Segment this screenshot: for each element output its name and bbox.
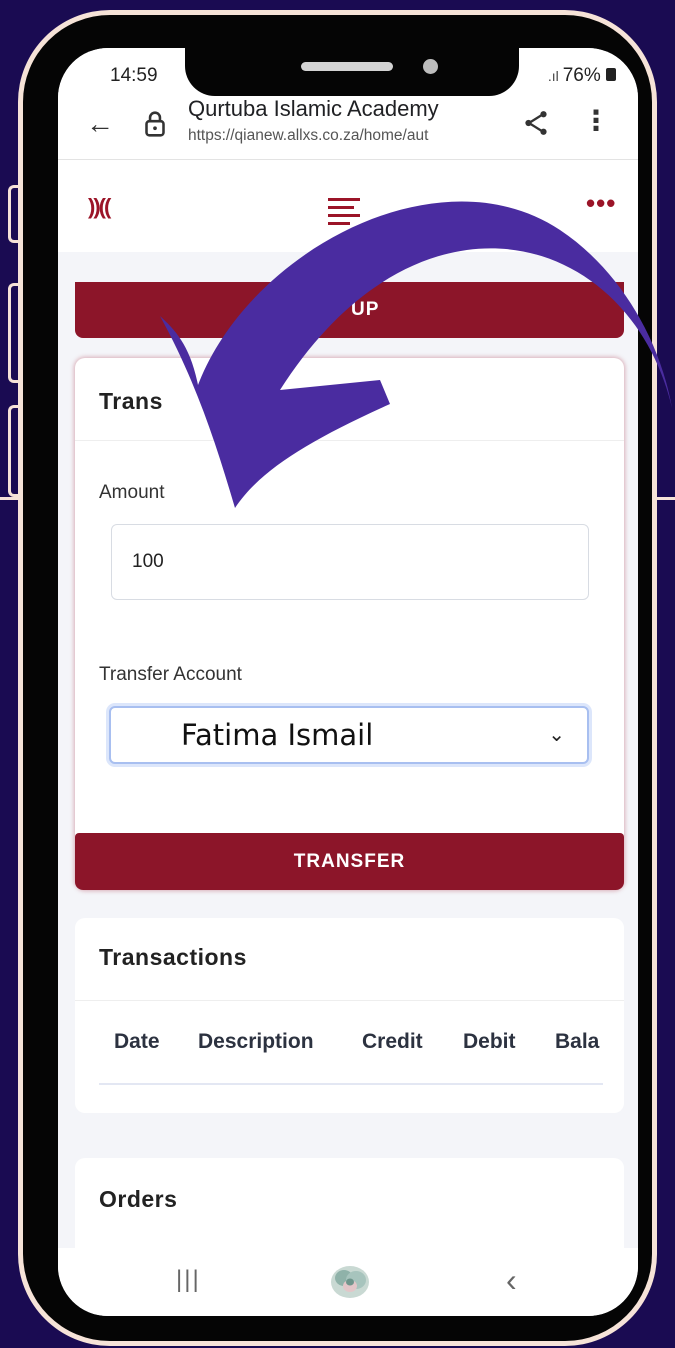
column-header-balance[interactable]: Bala — [555, 1030, 599, 1054]
column-header-date[interactable]: Date — [114, 1030, 160, 1054]
column-header-description[interactable]: Description — [198, 1030, 314, 1054]
back-arrow-icon[interactable]: ← — [86, 108, 114, 140]
transfer-account-value: Fatima Ismail — [181, 718, 374, 752]
home-icon[interactable] — [328, 1262, 372, 1302]
battery-level: 76% — [562, 65, 601, 86]
amount-label: Amount — [99, 482, 165, 503]
signal-icon: .ıl — [547, 68, 563, 84]
transactions-card: Transactions Date Description Credit Deb… — [75, 918, 624, 1113]
divider — [75, 440, 624, 441]
transactions-title: Transactions — [99, 944, 247, 970]
frame-line-right — [657, 497, 675, 500]
transfer-account-label: Transfer Account — [99, 664, 242, 685]
battery-icon — [606, 68, 616, 81]
app-header: ))(( ••• — [58, 160, 638, 252]
camera — [423, 59, 438, 74]
amount-value: 100 — [132, 551, 164, 572]
url-text[interactable]: https://qianew.allxs.co.za/home/aut — [188, 127, 506, 145]
status-battery: .ıl 76% — [548, 65, 616, 87]
top-up-button[interactable]: UP — [75, 282, 624, 338]
column-header-credit[interactable]: Credit — [362, 1030, 423, 1054]
kebab-menu-icon[interactable]: ⋮ — [582, 104, 610, 137]
chevron-down-icon: ⌄ — [548, 724, 565, 746]
table-underline — [99, 1083, 603, 1085]
transfer-card: Trans Amount 100 Transfer Account Fatima… — [75, 358, 624, 890]
share-icon[interactable] — [521, 108, 551, 138]
lock-icon[interactable] — [138, 107, 172, 141]
orders-title: Orders — [99, 1186, 178, 1212]
browser-bar: ← Qurtuba Islamic Academy https://qianew… — [58, 96, 638, 160]
site-title[interactable]: Qurtuba Islamic Academy — [188, 96, 439, 122]
recents-icon[interactable]: ||| — [176, 1266, 201, 1294]
transfer-button[interactable]: TRANSFER — [75, 833, 624, 890]
divider — [75, 1000, 624, 1001]
phone-notch — [185, 48, 519, 96]
logo-icon[interactable]: ))(( — [88, 194, 111, 220]
top-up-label: UP — [351, 299, 380, 320]
column-header-debit[interactable]: Debit — [463, 1030, 516, 1054]
android-nav-bar: ||| ‹ — [58, 1248, 638, 1316]
transfer-card-title: Trans — [99, 388, 163, 414]
transfer-button-label: TRANSFER — [293, 851, 406, 872]
more-dots-icon[interactable]: ••• — [586, 188, 616, 219]
hamburger-icon[interactable] — [328, 198, 360, 225]
status-time: 14:59 — [110, 65, 158, 86]
amount-input[interactable]: 100 — [111, 524, 589, 600]
phone-screen: 14:59 .ıl 76% ← Qurtuba Islamic Academy … — [58, 48, 638, 1316]
speaker — [301, 62, 393, 71]
back-nav-icon[interactable]: ‹ — [506, 1262, 517, 1299]
transfer-account-select[interactable]: Fatima Ismail ⌄ — [109, 706, 589, 764]
